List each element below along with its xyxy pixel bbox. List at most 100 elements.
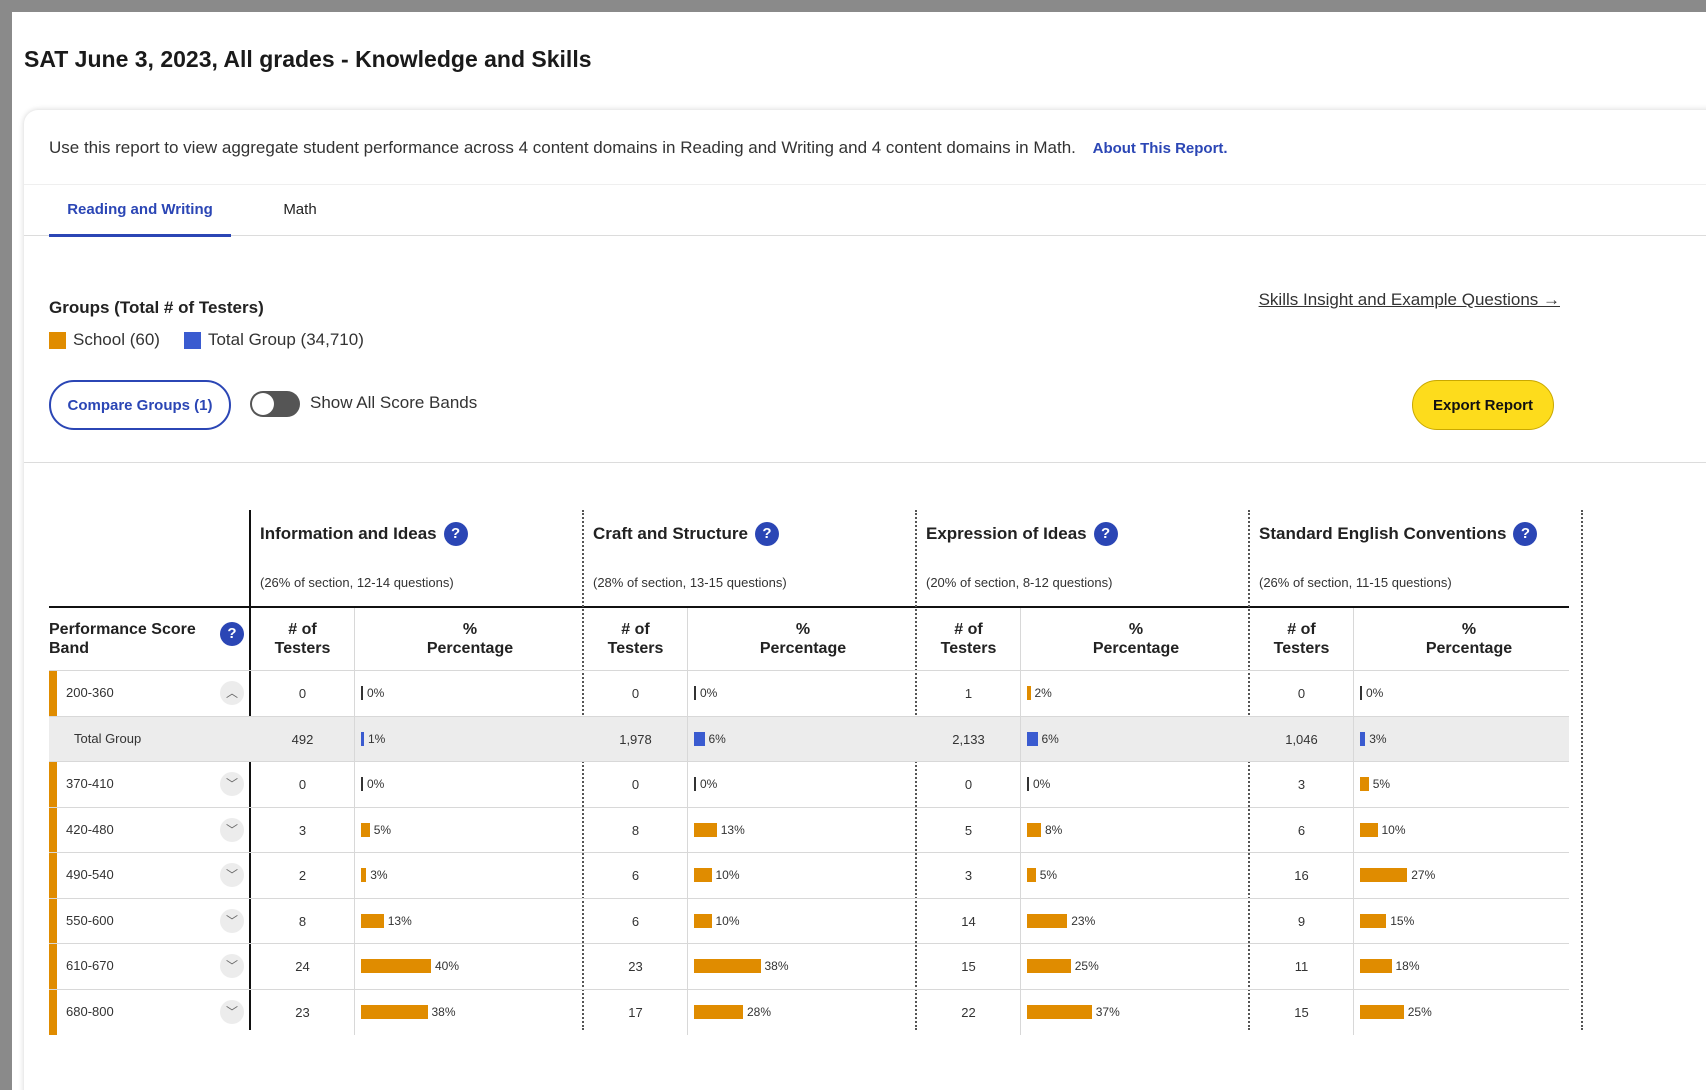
domain-header-information-and-ideas: Information and Ideas? (26% of section, … <box>251 510 581 606</box>
percentage-header: % Percentage <box>1356 608 1582 670</box>
tab-reading-and-writing[interactable]: Reading and Writing <box>49 185 231 237</box>
compare-groups-button[interactable]: Compare Groups (1) <box>49 380 231 430</box>
school-band-marker <box>49 853 57 898</box>
page-title: SAT June 3, 2023, All grades - Knowledge… <box>24 46 592 72</box>
help-icon[interactable]: ? <box>443 522 468 546</box>
band-label: 420-480 <box>66 821 114 837</box>
pct-header-line1: % <box>1128 621 1144 638</box>
percentage-label: 3% <box>1369 731 1387 746</box>
chevron-down-icon[interactable]: ﹀ <box>220 772 244 796</box>
band-cell: 610-670 ﹀ <box>49 944 249 989</box>
band-label: 490-540 <box>66 867 114 882</box>
help-icon[interactable]: ? <box>754 522 779 546</box>
band-label: 200-360 <box>66 685 114 700</box>
testers-count: 23 <box>584 944 688 989</box>
percentage-label: 10% <box>715 913 740 928</box>
score-band-row: 490-540 ﹀ 2 3% 6 10% 3 5% 16 27% <box>49 852 1569 898</box>
band-label: 610-670 <box>66 958 114 973</box>
help-icon[interactable]: ? <box>220 622 244 646</box>
count-header-line1: # of <box>621 621 650 638</box>
percentage-cell: 0% <box>1360 683 1383 703</box>
percentage-label: 13% <box>387 913 412 928</box>
export-report-button[interactable]: Export Report <box>1412 380 1554 430</box>
testers-count: 1,046 <box>1250 716 1354 762</box>
show-all-score-bands-toggle[interactable] <box>250 391 300 417</box>
band-cell: 680-800 ﹀ <box>49 989 249 1035</box>
school-pct-bar <box>1360 913 1387 928</box>
band-label: 550-600 <box>66 912 114 928</box>
testers-count: 8 <box>251 898 355 944</box>
percentage-cell: 25% <box>1360 1002 1432 1022</box>
percentage-label: 38% <box>431 1004 456 1019</box>
school-pct-bar <box>1360 959 1392 973</box>
report-card: Use this report to view aggregate studen… <box>24 110 1706 1090</box>
testers-count: 3 <box>251 807 355 853</box>
total-group-pct-bar <box>1360 731 1366 746</box>
school-band-marker <box>49 762 57 807</box>
band-cell: 420-480 ﹀ <box>49 807 249 853</box>
testers-count: 15 <box>1250 989 1354 1035</box>
percentage-cell: 23% <box>1027 911 1095 931</box>
about-report-link[interactable]: About This Report. <box>1093 140 1228 157</box>
percentage-cell: 10% <box>694 911 740 931</box>
percentage-label: 13% <box>720 822 745 837</box>
band-label: 680-800 <box>66 1003 114 1019</box>
count-header-line1: # of <box>288 621 317 638</box>
total-group-swatch <box>183 331 201 349</box>
domain-name: Standard English Conventions <box>1259 524 1507 543</box>
school-pct-bar <box>694 868 712 882</box>
testers-count: 0 <box>584 671 688 716</box>
percentage-cell: 25% <box>1027 956 1099 976</box>
school-pct-bar <box>1027 1004 1092 1019</box>
percentage-cell: 0% <box>361 683 384 703</box>
domain-subtitle: (28% of section, 13-15 questions) <box>593 575 787 590</box>
testers-count: 492 <box>251 716 355 762</box>
percentage-cell: 10% <box>1360 820 1406 840</box>
chevron-down-icon[interactable]: ﹀ <box>220 908 244 933</box>
chevron-down-icon[interactable]: ﹀ <box>220 999 244 1024</box>
testers-count: 15 <box>917 944 1021 989</box>
chevron-down-icon[interactable]: ﹀ <box>220 863 244 887</box>
chevron-down-icon[interactable]: ﹀ <box>220 954 244 978</box>
total-group-pct-bar <box>1027 731 1038 746</box>
band-cell: 370-410 ﹀ <box>49 762 249 807</box>
school-pct-bar <box>1360 868 1408 882</box>
testers-count: 0 <box>251 762 355 807</box>
percentage-cell: 40% <box>361 956 459 976</box>
tab-math[interactable]: Math <box>264 185 336 237</box>
pct-header-line2: Percentage <box>1425 640 1513 657</box>
percentage-label: 27% <box>1411 868 1436 882</box>
percentage-cell: 27% <box>1360 865 1435 885</box>
chevron-up-icon[interactable]: ︿ <box>220 681 244 705</box>
score-band-row: 200-360 ︿ 0 0% 0 0% 1 2% 0 0% <box>49 670 1569 716</box>
pct-header-line1: % <box>1461 621 1477 638</box>
testers-count: 8 <box>584 807 688 853</box>
percentage-label: 38% <box>764 959 789 973</box>
school-pct-bar <box>361 686 363 700</box>
percentage-cell: 0% <box>361 774 384 794</box>
school-pct-bar <box>694 913 712 928</box>
skills-insight-link[interactable]: Skills Insight and Example Questions → <box>1259 290 1560 310</box>
section-divider <box>24 462 1706 463</box>
help-icon[interactable]: ? <box>1093 522 1118 546</box>
percentage-label: 2% <box>1034 686 1052 700</box>
testers-count: 0 <box>584 762 688 807</box>
school-pct-bar <box>694 959 761 973</box>
percentage-label: 6% <box>708 731 726 746</box>
toggle-knob <box>252 393 274 415</box>
percentage-cell: 3% <box>361 865 388 885</box>
testers-count: 1 <box>917 671 1021 716</box>
domain-title: Information and Ideas? <box>260 522 468 546</box>
help-icon[interactable]: ? <box>1513 522 1538 546</box>
percentage-cell: 13% <box>694 820 745 840</box>
chevron-down-icon[interactable]: ﹀ <box>220 817 244 842</box>
testers-count: 5 <box>917 807 1021 853</box>
percentage-cell: 0% <box>694 774 717 794</box>
domain-subtitle: (26% of section, 11-15 questions) <box>1259 575 1452 590</box>
percentage-cell: 6% <box>1027 729 1059 749</box>
percentage-label: 28% <box>747 1004 772 1019</box>
testers-count: 0 <box>251 671 355 716</box>
school-pct-bar <box>1027 777 1029 791</box>
count-header-line1: # of <box>1287 621 1316 638</box>
pct-header-line2: Percentage <box>759 640 847 657</box>
